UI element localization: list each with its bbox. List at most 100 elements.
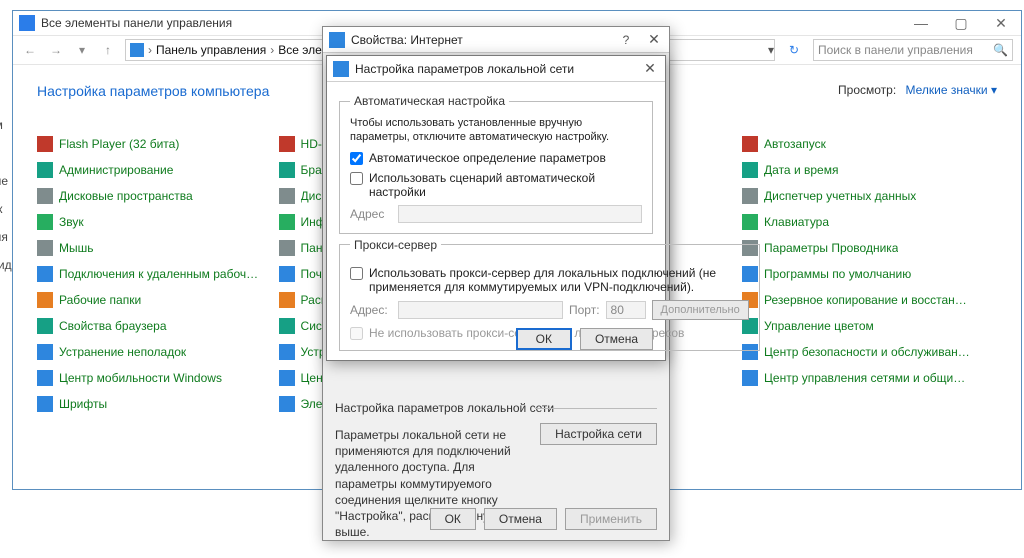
auto-detect-label: Автоматическое определение параметров [369,151,606,165]
bypass-local-checkbox [350,327,363,340]
cp-item[interactable]: Шрифты [37,393,263,415]
refresh-icon[interactable]: ↻ [783,39,805,61]
cp-item[interactable]: Автозапуск [742,133,997,155]
use-proxy-checkbox[interactable] [350,267,363,280]
use-script-checkbox[interactable] [350,172,363,185]
cp-item[interactable]: Звук [37,211,263,233]
nav-forward-icon[interactable]: → [47,41,65,59]
auto-detect-checkbox[interactable] [350,152,363,165]
script-address-input [398,205,642,223]
cp-item[interactable]: Рабочие папки [37,289,263,311]
cp-item[interactable]: Центр безопасности и обслуживан… [742,341,997,363]
cp-item[interactable]: Центр мобильности Windows [37,367,263,389]
cp-item-icon [279,240,295,256]
cp-item[interactable]: Подключения к удаленным рабоч… [37,263,263,285]
cp-item-icon [37,188,53,204]
crumb-1[interactable]: Панель управления [156,43,266,57]
cp-item-icon [279,396,295,412]
search-icon: 🔍 [993,43,1008,57]
proxy-port-label: Порт: [569,303,600,317]
cp-item-label: Клавиатура [764,215,829,229]
proxy-address-input [398,301,563,319]
cp-item-icon [279,292,295,308]
cp-item-icon [279,266,295,282]
cp-item[interactable]: Устранение неполадок [37,341,263,363]
cancel-button[interactable]: Отмена [580,328,653,350]
cp-item[interactable]: Параметры Проводника [742,237,997,259]
script-address-label: Адрес [350,207,392,221]
addr-dropdown-icon[interactable]: ▾ [768,43,774,57]
search-placeholder: Поиск в панели управления [818,43,973,57]
cp-item-label: Резервное копирование и восстан… [764,293,967,307]
lan-body: Автоматическая настройка Чтобы использов… [327,82,665,359]
proxy-address-label: Адрес: [350,303,392,317]
use-script-label: Использовать сценарий автоматической нас… [369,171,642,199]
lan-footer: ОК Отмена [516,328,653,350]
ok-button[interactable]: ОК [430,508,476,530]
proxy-advanced-button: Дополнительно [652,300,749,320]
cp-column-4: Автозапуск Дата и время Диспетчер учетных … [742,133,997,415]
script-address-row: Адрес [350,205,642,223]
gutter-fragment: ем [0,118,12,132]
cp-item[interactable]: Дисковые пространства [37,185,263,207]
gutter-fragment: з [0,146,12,160]
gutter-fragment: ние [0,174,12,188]
cp-item-label: Шрифты [59,397,107,411]
cp-item[interactable]: Мышь [37,237,263,259]
cp-item[interactable]: Клавиатура [742,211,997,233]
use-script-row[interactable]: Использовать сценарий автоматической нас… [350,171,642,199]
proxy-address-row: Адрес: Порт: Дополнительно [350,300,749,320]
cp-item-label: Мышь [59,241,94,255]
cp-item-icon [279,214,295,230]
cp-item[interactable]: Центр управления сетями и общи… [742,367,997,389]
crumb-sep: › [148,43,152,57]
proxy-port-input [606,301,646,319]
cp-item-icon [37,396,53,412]
view-selector[interactable]: Просмотр: Мелкие значки ▾ [838,83,997,97]
apply-button[interactable]: Применить [565,508,657,530]
cp-item-label: Дисковые пространства [59,189,193,203]
view-value[interactable]: Мелкие значки ▾ [906,83,997,97]
cp-item[interactable]: Дата и время [742,159,997,181]
help-icon[interactable]: ? [613,33,639,47]
cp-item[interactable]: Программы по умолчанию [742,263,997,285]
cp-item[interactable]: Диспетчер учетных данных [742,185,997,207]
ok-button[interactable]: ОК [516,328,572,350]
nav-up-icon[interactable]: ↑ [99,41,117,59]
minimize-button[interactable]: — [901,12,941,34]
control-panel-icon [19,15,35,31]
gutter-fragment: фид [0,258,12,272]
close-button[interactable]: ✕ [981,12,1021,34]
cp-item[interactable]: Свойства браузера [37,315,263,337]
cp-item-icon [279,188,295,204]
cp-item[interactable]: Управление цветом [742,315,997,337]
search-input[interactable]: Поиск в панели управления 🔍 [813,39,1013,61]
cp-item-icon [37,344,53,360]
lan-settings-button[interactable]: Настройка сети [540,423,657,445]
cp-item[interactable]: Резервное копирование и восстан… [742,289,997,311]
maximize-button[interactable]: ▢ [941,12,981,34]
inet-footer: ОК Отмена Применить [430,508,657,530]
cp-item[interactable]: Администрирование [37,159,263,181]
cp-item-icon [279,318,295,334]
cp-item-label: Центр управления сетями и общи… [764,371,965,385]
cp-item-label: Программы по умолчанию [764,267,911,281]
close-icon[interactable]: ✕ [639,31,669,48]
gutter-fragment: ния [0,230,12,244]
cp-item-label: Рабочие папки [59,293,141,307]
control-panel-icon [130,43,144,57]
nav-history-icon[interactable]: ▾ [73,41,91,59]
close-icon[interactable]: ✕ [635,60,665,77]
cp-item-icon [279,370,295,386]
cp-item-label: Управление цветом [764,319,874,333]
auto-detect-row[interactable]: Автоматическое определение параметров [350,151,642,165]
cp-item-label: Звук [59,215,84,229]
cp-item[interactable]: Flash Player (32 бита) [37,133,263,155]
gutter-fragment: о [0,286,12,300]
cp-item-label: Дата и время [764,163,838,177]
nav-back-icon[interactable]: ← [21,41,39,59]
inet-titlebar: Свойства: Интернет ? ✕ [323,27,669,53]
cancel-button[interactable]: Отмена [484,508,557,530]
use-proxy-row[interactable]: Использовать прокси-сервер для локальных… [350,266,749,294]
lan-title: Настройка параметров локальной сети [355,62,635,76]
